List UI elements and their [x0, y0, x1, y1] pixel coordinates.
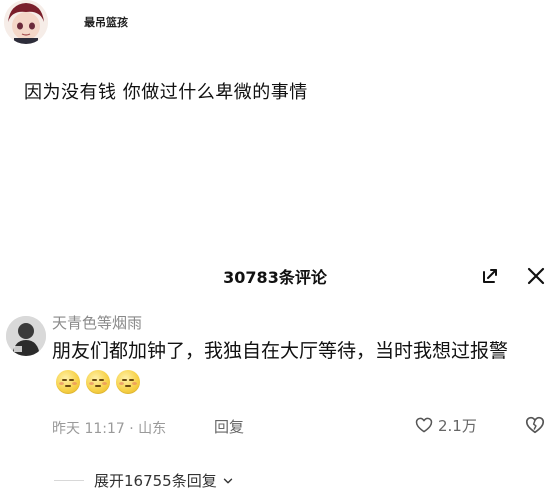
reply-button[interactable]: 回复: [214, 416, 244, 437]
user-avatar-icon: [6, 316, 46, 356]
comment-text: 朋友们都加钟了，我独自在大厅等待，当时我想过报警: [52, 336, 532, 396]
author-avatar[interactable]: [4, 0, 48, 44]
embarrassed-emoji-icon: [116, 369, 140, 394]
chevron-down-icon: [223, 478, 232, 483]
emoji-row: [56, 369, 140, 394]
embarrassed-emoji-icon: [56, 369, 80, 394]
comments-count: 30783条评论: [223, 268, 327, 287]
anime-avatar-icon: [4, 0, 48, 44]
expand-replies-label: 展开16755条回复: [94, 472, 217, 490]
dislike-button[interactable]: [524, 414, 546, 436]
commenter-name[interactable]: 天青色等烟雨: [52, 312, 142, 333]
comment-item: 天青色等烟雨 朋友们都加钟了，我独自在大厅等待，当时我想过报警 昨天 11:17…: [0, 310, 550, 460]
author-name[interactable]: 最吊篮孩: [84, 14, 128, 30]
broken-heart-icon: [525, 416, 545, 434]
collapse-icon[interactable]: [478, 264, 502, 288]
comment-meta: 昨天 11:17 · 山东: [52, 421, 167, 437]
expand-divider: [54, 480, 84, 481]
like-button[interactable]: 2.1万: [414, 414, 477, 436]
like-count: 2.1万: [438, 416, 477, 435]
post-header: 最吊篮孩 因为没有钱 你做过什么卑微的事情: [0, 0, 550, 103]
commenter-avatar[interactable]: [6, 316, 46, 356]
post-title: 因为没有钱 你做过什么卑微的事情: [24, 82, 308, 103]
close-icon[interactable]: [524, 264, 548, 288]
screen: 最吊篮孩 因为没有钱 你做过什么卑微的事情 30783条评论 天青色等烟雨 朋友…: [0, 0, 550, 500]
embarrassed-emoji-icon: [86, 369, 110, 394]
comments-header: 30783条评论: [0, 258, 550, 298]
heart-icon: [415, 417, 433, 433]
comment-body: 朋友们都加钟了，我独自在大厅等待，当时我想过报警: [52, 340, 509, 362]
expand-replies-button[interactable]: 展开16755条回复: [94, 470, 235, 491]
